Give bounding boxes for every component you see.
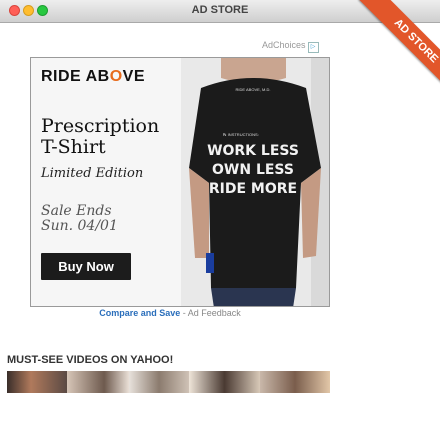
adchoices-link[interactable]: AdChoices ▷ bbox=[262, 40, 319, 53]
adchoices-label: AdChoices bbox=[262, 40, 306, 50]
video-thumbnail[interactable] bbox=[260, 371, 330, 393]
videos-section-heading: MUST-SEE VIDEOS ON YAHOO! bbox=[7, 354, 174, 366]
shirt-line-2: OWN LESS bbox=[212, 162, 294, 178]
video-thumbnail[interactable] bbox=[189, 371, 260, 393]
video-thumbnail[interactable] bbox=[129, 371, 189, 393]
video-thumbnail[interactable] bbox=[7, 371, 67, 393]
product-edition: Limited Edition bbox=[41, 166, 144, 181]
brand-logo: RIDE ABOVE bbox=[41, 68, 145, 85]
tshirt-model-image[interactable]: RIDE ABOVE, M.D. ℞ INSTRUCTIONS: WORK LE… bbox=[181, 58, 330, 307]
ad-footer: Compare and Save - Ad Feedback bbox=[0, 308, 340, 318]
buy-now-button[interactable]: Buy Now bbox=[41, 253, 131, 280]
shirt-line-3: RIDE MORE bbox=[209, 181, 297, 197]
ad-feedback-link[interactable]: Ad Feedback bbox=[188, 308, 241, 318]
video-thumbnail-strip bbox=[7, 371, 330, 393]
adchoices-triangle-icon: ▷ bbox=[307, 42, 319, 53]
footer-separator: - bbox=[180, 308, 188, 318]
ad-container[interactable]: RIDE ABOVE Prescription T-Shirt Limited … bbox=[30, 57, 330, 307]
video-thumbnail[interactable] bbox=[67, 371, 129, 393]
sale-ends-text: Sale Ends Sun. 04/01 bbox=[41, 203, 118, 234]
ad-store-corner-banner[interactable]: AD STORE bbox=[350, 0, 440, 90]
shirt-rx-label: ℞ INSTRUCTIONS: bbox=[223, 132, 259, 137]
ad-store-banner-label: AD STORE bbox=[358, 0, 440, 90]
product-title: Prescription T-Shirt bbox=[41, 115, 160, 158]
shirt-top-text: RIDE ABOVE, M.D. bbox=[236, 87, 271, 92]
shirt-line-1: WORK LESS bbox=[207, 143, 299, 159]
compare-and-save-link[interactable]: Compare and Save bbox=[99, 308, 180, 318]
